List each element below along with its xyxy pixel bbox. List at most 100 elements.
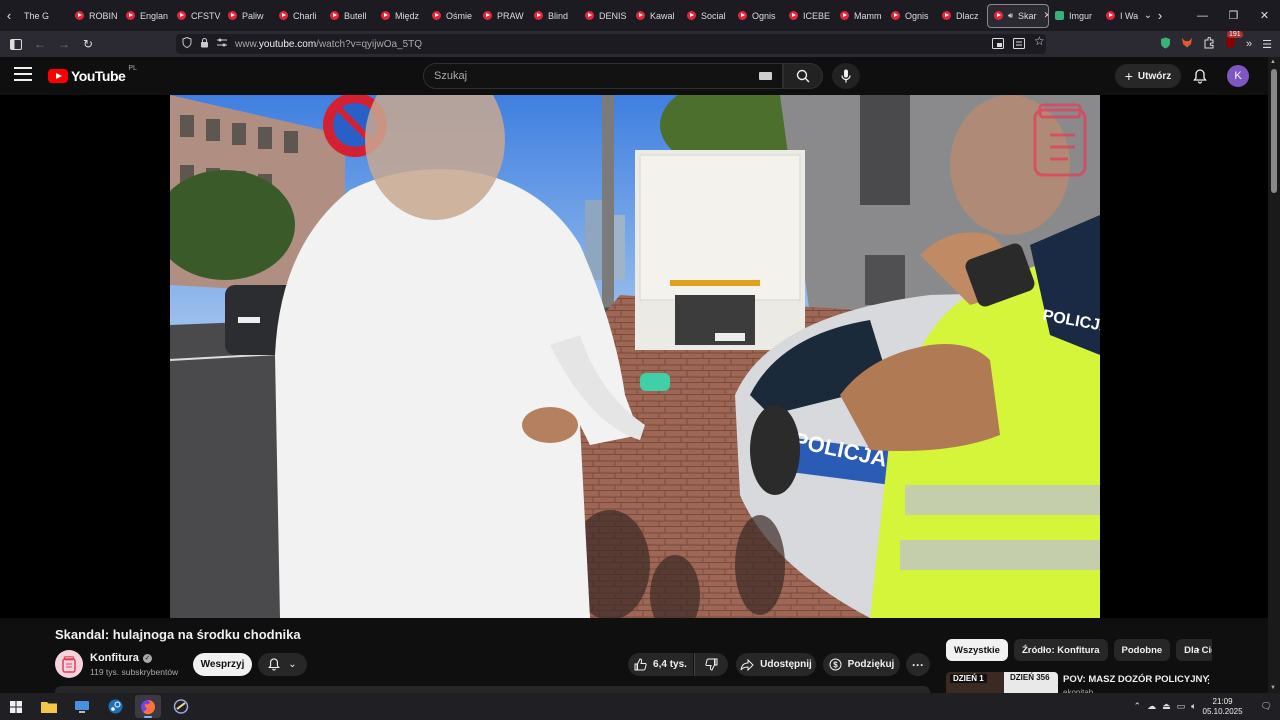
chips-next-arrow-icon[interactable]: ›	[1190, 642, 1206, 658]
video-frame[interactable]: POLICJA POLICJA	[170, 95, 1100, 618]
browser-tab-strip: ‹ The G ROBIN Englan CFSTV Paliw Charli Butell…	[0, 0, 1280, 31]
browser-tab[interactable]: The G	[18, 4, 69, 28]
youtube-logo[interactable]: YouTube PL	[48, 65, 137, 84]
firefox-icon[interactable]	[135, 695, 161, 718]
clock-time: 21:09	[1212, 696, 1233, 706]
browser-tab-active[interactable]: 🔊︎Skar✕	[987, 3, 1049, 28]
ublock-extension-icon[interactable]: 191	[1225, 30, 1243, 52]
shield-extension-icon[interactable]	[1160, 37, 1171, 52]
channel-avatar[interactable]	[55, 650, 83, 678]
guide-menu-icon[interactable]	[14, 67, 32, 81]
share-button[interactable]: Udostępnij	[736, 653, 816, 676]
app-menu-icon[interactable]: ☰	[1262, 38, 1272, 51]
extensions-puzzle-icon[interactable]	[1203, 36, 1215, 52]
tab-label: Skar	[1018, 10, 1037, 21]
tab-scroll-left-button[interactable]: ‹	[0, 0, 18, 31]
browser-tab[interactable]: Kawal	[630, 4, 681, 28]
browser-tab[interactable]: CFSTV	[171, 4, 222, 28]
youtube-favicon-icon	[534, 11, 543, 20]
tab-label: Imgur	[1069, 10, 1093, 21]
browser-tab[interactable]: Ośmie	[426, 4, 477, 28]
app-icon[interactable]	[168, 695, 194, 718]
scroll-down-arrow-icon[interactable]: ▼	[1270, 685, 1276, 691]
file-explorer-icon[interactable]	[36, 695, 62, 718]
scroll-up-arrow-icon[interactable]: ▲	[1270, 59, 1276, 65]
thanks-button[interactable]: $ Podziękuj	[823, 653, 900, 676]
like-button[interactable]: 6,4 tys.	[628, 653, 693, 676]
like-count: 6,4 tys.	[653, 659, 687, 670]
youtube-play-icon	[48, 69, 68, 83]
browser-tab[interactable]: Imgur	[1049, 4, 1100, 28]
video-player[interactable]: POLICJA POLICJA	[0, 95, 1268, 618]
search-button[interactable]	[783, 63, 823, 89]
permissions-icon[interactable]	[217, 38, 227, 50]
sidebar-toggle-icon[interactable]	[4, 33, 28, 55]
toolbar-right: 191 » ☰	[1160, 30, 1272, 57]
forward-button[interactable]: →	[52, 33, 76, 55]
browser-tab[interactable]: ROBIN	[69, 4, 120, 28]
dislike-button[interactable]	[694, 653, 728, 676]
browser-tab[interactable]: Dlacz	[936, 4, 987, 28]
browser-tab[interactable]: Ognis	[885, 4, 936, 28]
browser-tab[interactable]: PRAW	[477, 4, 528, 28]
subscription-notification-button[interactable]: ⌄	[258, 653, 307, 676]
more-actions-button[interactable]: ···	[906, 653, 930, 676]
browser-tab[interactable]: Butell	[324, 4, 375, 28]
onedrive-cloud-icon[interactable]: ☁	[1147, 701, 1156, 712]
fox-extension-icon[interactable]	[1181, 37, 1193, 51]
browser-tab[interactable]: Blind	[528, 4, 579, 28]
tray-overflow-chevron-icon[interactable]: ⌃	[1134, 701, 1142, 712]
minimize-button[interactable]: —	[1187, 0, 1218, 31]
tab-audio-icon[interactable]: 🔊︎	[1008, 11, 1013, 21]
clock[interactable]: 21:09 05.10.2025	[1203, 697, 1243, 717]
tab-label: Charli	[293, 10, 317, 21]
overflow-chevrons-icon[interactable]: »	[1246, 38, 1252, 50]
browser-tab[interactable]: Social	[681, 4, 732, 28]
usb-icon[interactable]: ⏏	[1162, 701, 1171, 712]
search-input[interactable]: Szukaj	[423, 63, 783, 89]
reload-button[interactable]: ↻	[76, 33, 100, 55]
voice-search-button[interactable]	[832, 63, 860, 89]
recommendation-more-icon[interactable]: ⋮	[1203, 673, 1214, 686]
browser-tab[interactable]: DENIS	[579, 4, 630, 28]
browser-tab[interactable]: ICEBE	[783, 4, 834, 28]
steam-icon[interactable]	[102, 695, 128, 718]
tab-label: ROBIN	[89, 10, 118, 21]
support-button[interactable]: Wesprzyj	[193, 653, 252, 676]
youtube-favicon-icon	[585, 11, 594, 20]
notifications-button[interactable]	[1191, 67, 1209, 85]
close-window-button[interactable]: ✕	[1249, 0, 1280, 31]
browser-tab[interactable]: Englan	[120, 4, 171, 28]
maximize-button[interactable]: ❐	[1218, 0, 1249, 31]
browser-tab[interactable]: Mamm	[834, 4, 885, 28]
windows-start-icon[interactable]	[3, 695, 29, 718]
network-icon[interactable]: ▭	[1177, 701, 1186, 712]
keyboard-icon[interactable]	[759, 72, 772, 80]
browser-tab[interactable]: Charli	[273, 4, 324, 28]
browser-tab[interactable]: Paliw	[222, 4, 273, 28]
reader-view-icon[interactable]	[1013, 36, 1025, 54]
description-box[interactable]	[55, 686, 930, 693]
page-scrollbar[interactable]: ▲ ▼	[1268, 57, 1280, 693]
recommendation-title[interactable]: POV: MASZ DOZÓR POLICYJNY	[1063, 674, 1209, 685]
filter-chip[interactable]: Wszystkie	[946, 639, 1008, 661]
notifications-icon[interactable]: 🗨︎	[1261, 701, 1272, 712]
account-avatar[interactable]: K	[1227, 65, 1249, 87]
browser-tab[interactable]: Międz	[375, 4, 426, 28]
youtube-favicon-icon	[840, 11, 849, 20]
filter-chip[interactable]: Źródło: Konfitura	[1013, 639, 1108, 661]
recommendation-thumbnail[interactable]: DZIEŃ 1 DZIEŃ 356	[946, 672, 1058, 693]
search-placeholder: Szukaj	[434, 70, 468, 82]
create-button[interactable]: + Utwórz	[1115, 64, 1181, 88]
list-all-tabs-button[interactable]: ⌄	[1139, 0, 1157, 31]
scrollbar-thumb[interactable]	[1271, 69, 1277, 193]
channel-name-link[interactable]: Konfitura ✓	[90, 652, 152, 664]
picture-in-picture-icon[interactable]	[992, 36, 1004, 54]
filter-chip[interactable]: Podobne	[1113, 639, 1171, 661]
volume-icon[interactable]: 🔈︎	[1191, 701, 1196, 712]
url-bar[interactable]: www.youtube.com/watch?v=qyijwOa_5TQ	[176, 34, 1046, 54]
back-button[interactable]: ←	[28, 33, 52, 55]
browser-tab[interactable]: Ognis	[732, 4, 783, 28]
bookmark-star-icon[interactable]: ☆	[1034, 35, 1045, 54]
remote-desktop-icon[interactable]	[69, 695, 95, 718]
